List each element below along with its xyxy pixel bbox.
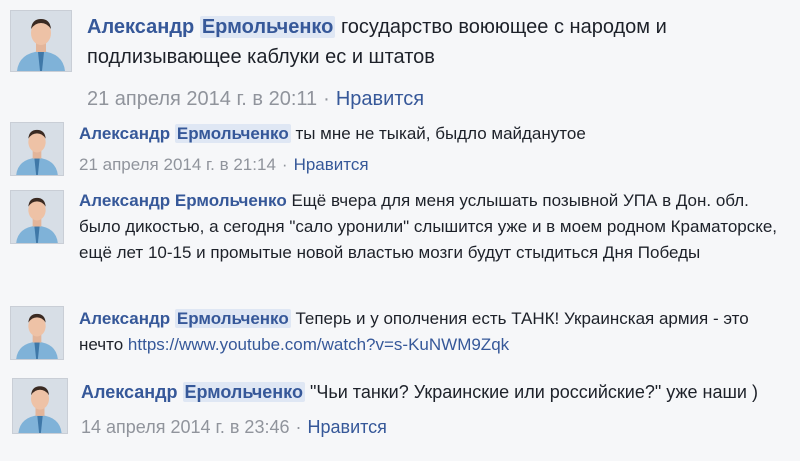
comment-author[interactable]: Александр Ермольченко [79,191,287,210]
comment-item: Александр Ермольченко государство воююще… [0,0,800,118]
comment-text: Александр Ермольченко государство воююще… [87,12,787,72]
avatar-photo [11,123,63,175]
comment-date[interactable]: 21 апреля 2014 г. в 20:11 [87,88,317,110]
avatar[interactable] [10,190,64,244]
separator: · [295,417,302,437]
comment-item: Александр Ермольченко ты мне не тыкай, б… [0,118,800,184]
comment-item: Александр Ермольченко "Чьи танки? Украин… [0,370,800,461]
comment-item: Александр Ермольченко Теперь и у ополчен… [0,298,800,370]
separator: · [281,155,288,174]
author-first-name: Александр [81,382,178,402]
avatar-photo [13,379,67,433]
comment-date[interactable]: 21 апреля 2014 г. в 21:14 [79,155,276,174]
author-first-name: Александр [79,124,171,143]
avatar[interactable] [12,378,68,434]
avatar[interactable] [10,122,64,176]
author-first-name: Александр [79,309,171,328]
avatar[interactable] [10,10,72,72]
author-last-name: Ермольченко [174,309,291,328]
comment-text: Александр Ермольченко Теперь и у ополчен… [79,306,789,358]
comment-meta: 14 апреля 2014 г. в 23:46 · Нравится [81,415,789,440]
author-last-name: Ермольченко [199,16,336,38]
author-last-name: Ермольченко [174,191,287,210]
youtube-link[interactable]: https://www.youtube.com/watch?v=s-KuNWM9… [128,335,509,354]
comment-author[interactable]: Александр Ермольченко [87,16,336,38]
comment-text: Александр Ермольченко Ещё вчера для меня… [79,188,789,266]
comment-body: "Чьи танки? Украинские или российские?" … [309,382,758,402]
comment-meta: 21 апреля 2014 г. в 20:11 · Нравится [87,84,787,114]
author-first-name: Александр [87,16,195,38]
like-link[interactable]: Нравится [307,417,386,437]
like-link[interactable]: Нравится [294,155,369,174]
comment-meta: 21 апреля 2014 г. в 21:14 · Нравится [79,153,789,177]
comment-text: Александр Ермольченко "Чьи танки? Украин… [81,380,789,405]
comment-date[interactable]: 14 апреля 2014 г. в 23:46 [81,417,289,437]
avatar-photo [11,11,71,71]
like-link[interactable]: Нравится [336,88,424,110]
author-first-name: Александр [79,191,171,210]
separator: · [323,88,330,110]
comment-body: ты мне не тыкай, быдло майданутое [295,124,586,143]
avatar-photo [11,307,63,359]
author-last-name: Ермольченко [182,382,305,402]
avatar[interactable] [10,306,64,360]
comment-item: Александр Ермольченко Ещё вчера для меня… [0,184,800,298]
comment-author[interactable]: Александр Ермольченко [79,124,291,143]
avatar-photo [11,191,63,243]
comment-author[interactable]: Александр Ермольченко [79,309,291,328]
comment-author[interactable]: Александр Ермольченко [81,382,305,402]
author-last-name: Ермольченко [174,124,291,143]
comment-text: Александр Ермольченко ты мне не тыкай, б… [79,122,789,146]
